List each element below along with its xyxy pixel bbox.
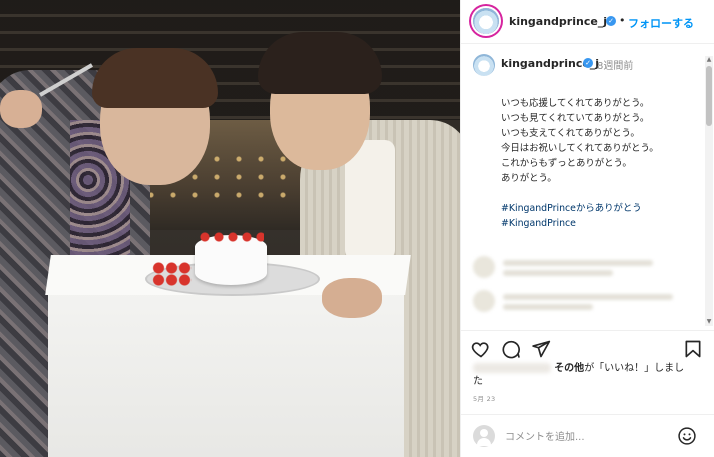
- comments-scrollbar[interactable]: ▲ ▼: [705, 56, 713, 326]
- blurred-text: [503, 270, 613, 276]
- comment-input[interactable]: [505, 427, 665, 447]
- likes-text-end: た: [473, 376, 483, 387]
- person-left-hair: [92, 48, 218, 108]
- cake-berries: [198, 230, 264, 244]
- post-caption: いつも応援してくれてありがとう。 いつも見てくれていてありがとう。 いつも支えて…: [501, 96, 701, 231]
- scroll-thumb[interactable]: [706, 66, 712, 126]
- post-header: kingandprince_j ✓ • フォローする: [461, 0, 714, 44]
- likes-others[interactable]: その他: [554, 363, 584, 374]
- blurred-comment: [473, 290, 693, 318]
- blurred-avatar: [473, 256, 495, 278]
- comment-bar: [461, 414, 714, 457]
- likes-text: が「いいね！」しまし: [584, 363, 685, 374]
- caption-line: いつも見てくれていてありがとう。: [501, 113, 650, 124]
- blurred-avatar: [473, 290, 495, 312]
- post-time-ago[interactable]: 8週間前: [597, 57, 633, 72]
- follow-button[interactable]: フォローする: [628, 15, 694, 31]
- hashtag-link[interactable]: #KingandPrinceからありがとう: [501, 201, 701, 216]
- post-actions: [461, 330, 714, 362]
- post-avatar[interactable]: [473, 54, 495, 76]
- hashtag-link[interactable]: #KingandPrince: [501, 216, 701, 231]
- blurred-liker-name: [473, 363, 551, 373]
- blurred-text: [503, 304, 593, 310]
- caption-line: いつも支えてくれてありがとう。: [501, 128, 640, 139]
- person-right-hand: [322, 278, 382, 318]
- likes-summary[interactable]: その他が「いいね！」しまし た: [473, 362, 709, 388]
- person-right-hair: [258, 32, 382, 94]
- header-username[interactable]: kingandprince_j: [509, 15, 607, 28]
- caption-line: 今日はお祝いしてくれてありがとう。: [501, 143, 659, 154]
- blurred-comment: [473, 256, 693, 284]
- post-side-panel: kingandprince_j ✓ • フォローする kingandprince…: [460, 0, 714, 457]
- scroll-down-icon[interactable]: ▼: [705, 318, 713, 326]
- verified-badge-icon: ✓: [606, 16, 616, 26]
- person-left-hand: [0, 90, 42, 128]
- post-photo[interactable]: [0, 0, 460, 457]
- caption-line: ありがとう。: [501, 173, 557, 184]
- caption-line: これからもずっとありがとう。: [501, 158, 632, 169]
- caption-line: いつも応援してくれてありがとう。: [501, 98, 650, 109]
- post-date[interactable]: 5月 23: [473, 393, 495, 403]
- plate-berries: [152, 262, 192, 286]
- share-icon[interactable]: [531, 339, 551, 359]
- current-user-avatar: [473, 425, 495, 447]
- verified-badge-icon: ✓: [583, 58, 593, 68]
- comment-icon[interactable]: [501, 339, 521, 359]
- header-avatar[interactable]: [473, 8, 499, 34]
- scroll-up-icon[interactable]: ▲: [705, 56, 713, 64]
- header-dot: •: [619, 14, 626, 27]
- smile-emoji-icon[interactable]: [677, 426, 697, 446]
- caption-spacer: [501, 186, 701, 201]
- blurred-text: [503, 260, 653, 266]
- heart-icon[interactable]: [471, 339, 491, 359]
- bookmark-icon[interactable]: [683, 339, 703, 359]
- blurred-text: [503, 294, 673, 300]
